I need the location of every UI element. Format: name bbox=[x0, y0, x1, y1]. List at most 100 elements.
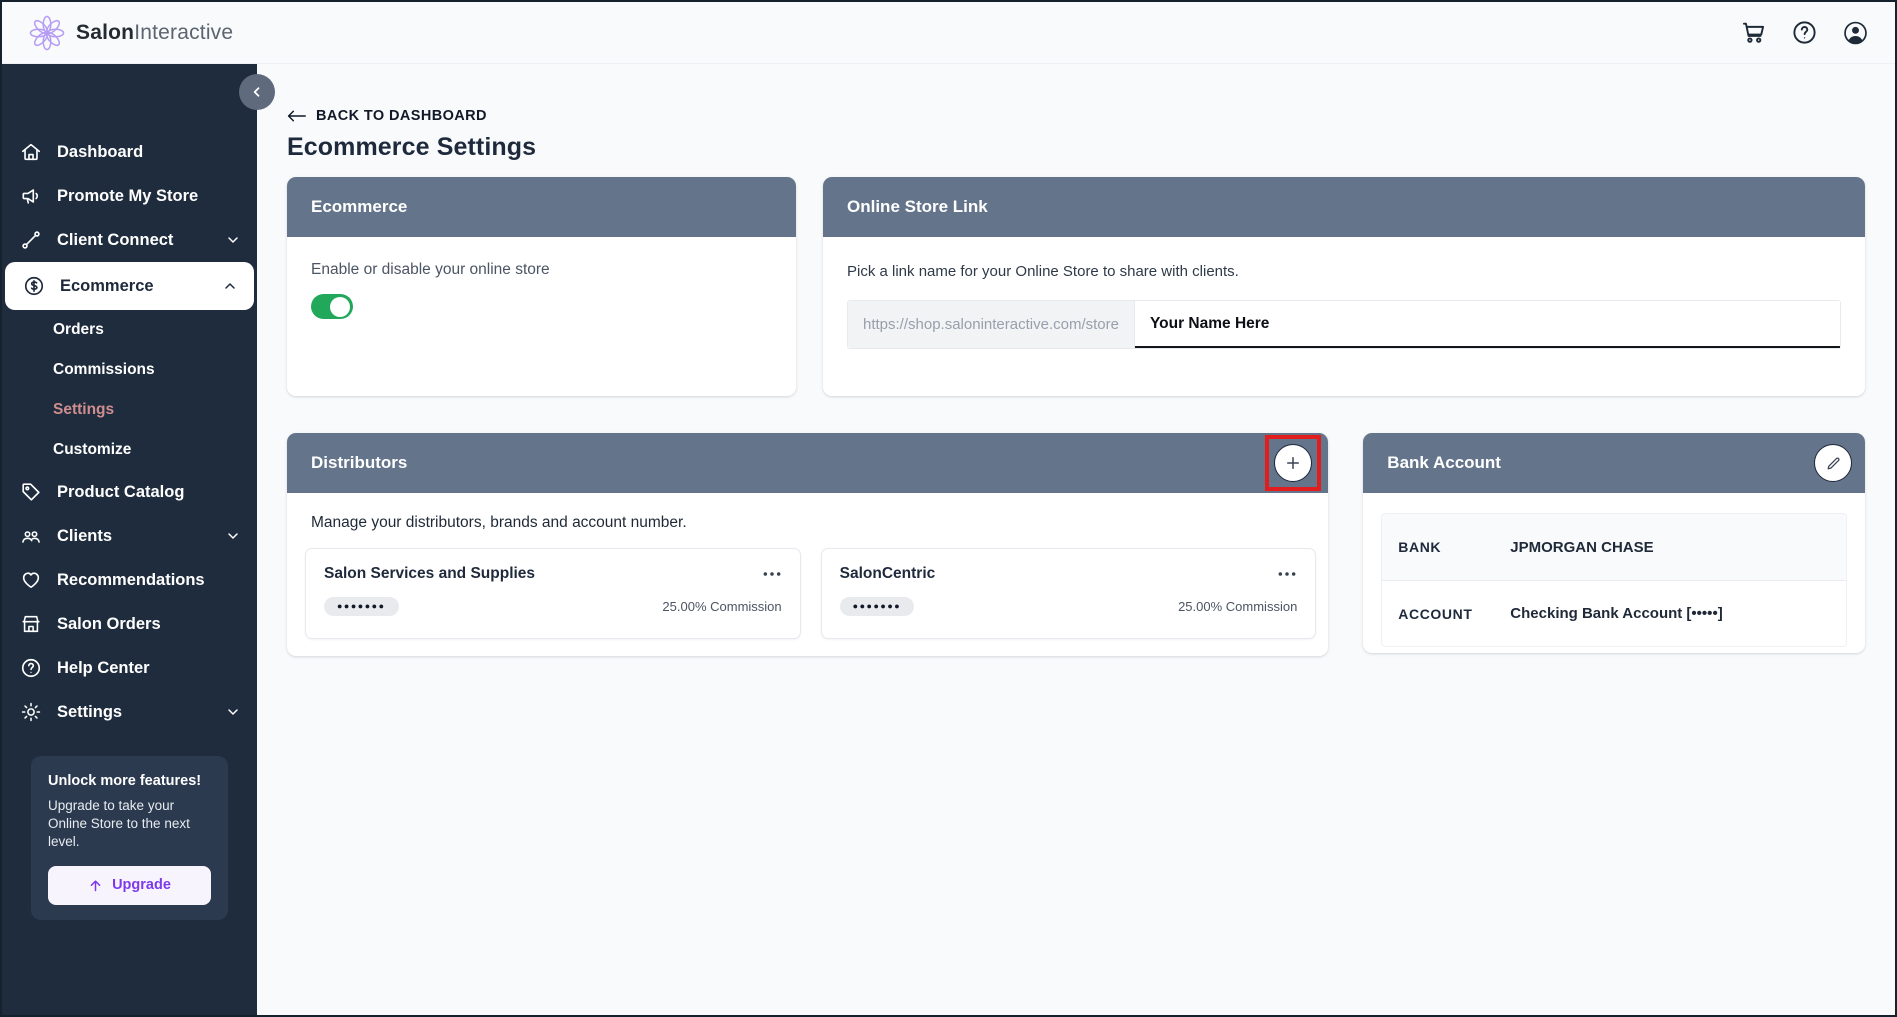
distributor-item: Salon Services and Supplies ●●●●●●● 25.0… bbox=[305, 548, 801, 639]
sidebar-item-salon-orders[interactable]: Salon Orders bbox=[2, 602, 257, 646]
sidebar-item-label: Promote My Store bbox=[57, 187, 198, 206]
dollar-icon bbox=[22, 275, 45, 298]
sidebar-item-label: Client Connect bbox=[57, 231, 173, 250]
commission-rate: 25.00% Commission bbox=[662, 599, 781, 614]
distributor-menu-button[interactable] bbox=[762, 571, 782, 577]
add-distributor-button[interactable] bbox=[1274, 444, 1312, 482]
sidebar-item-label: Ecommerce bbox=[60, 277, 154, 296]
bank-account-card: Bank Account BANK JPMORGAN CHASE ACCOUNT… bbox=[1363, 433, 1865, 653]
upgrade-title: Unlock more features! bbox=[48, 773, 211, 789]
sidebar-subitem-customize[interactable]: Customize bbox=[2, 430, 257, 470]
sidebar-item-label: Help Center bbox=[57, 659, 150, 678]
gear-icon bbox=[19, 701, 42, 724]
account-value: Checking Bank Account [•••••] bbox=[1510, 605, 1722, 622]
topbar: SalonInteractive bbox=[2, 2, 1895, 64]
account-label: ACCOUNT bbox=[1398, 606, 1510, 622]
sidebar-subitem-orders[interactable]: Orders bbox=[2, 310, 257, 350]
sidebar-nav: Dashboard Promote My Store Client Connec… bbox=[2, 64, 257, 734]
sidebar-item-dashboard[interactable]: Dashboard bbox=[2, 130, 257, 174]
chevron-up-icon bbox=[222, 278, 238, 294]
distributor-name: Salon Services and Supplies bbox=[324, 565, 535, 583]
cart-icon[interactable] bbox=[1740, 19, 1767, 46]
sidebar-item-settings[interactable]: Settings bbox=[2, 690, 257, 734]
sidebar-item-recommendations[interactable]: Recommendations bbox=[2, 558, 257, 602]
plus-icon bbox=[1284, 454, 1302, 472]
store-enabled-toggle[interactable] bbox=[311, 294, 353, 319]
bank-label: BANK bbox=[1398, 539, 1510, 555]
online-store-link-header: Online Store Link bbox=[823, 177, 1865, 237]
sidebar-subitem-label: Customize bbox=[53, 441, 131, 459]
settings-row-2: Distributors Manage your distributors, b… bbox=[287, 433, 1865, 656]
distributor-menu-button[interactable] bbox=[1277, 571, 1297, 577]
app-window: SalonInteractive bbox=[0, 0, 1897, 1017]
sidebar-subitem-label: Orders bbox=[53, 321, 104, 339]
back-to-dashboard-link[interactable]: BACK TO DASHBOARD bbox=[287, 108, 487, 124]
sidebar-subitem-commissions[interactable]: Commissions bbox=[2, 350, 257, 390]
chevron-down-icon bbox=[225, 232, 241, 248]
chevron-left-icon bbox=[250, 85, 264, 99]
megaphone-icon bbox=[19, 185, 42, 208]
sidebar-subitem-label: Commissions bbox=[53, 361, 155, 379]
sidebar-subitem-label: Settings bbox=[53, 401, 114, 419]
brand-logo[interactable]: SalonInteractive bbox=[28, 14, 233, 52]
heart-icon bbox=[19, 569, 42, 592]
sidebar-item-ecommerce[interactable]: Ecommerce bbox=[5, 262, 254, 310]
upgrade-button[interactable]: Upgrade bbox=[48, 866, 211, 905]
bank-details-table: BANK JPMORGAN CHASE ACCOUNT Checking Ban… bbox=[1381, 513, 1847, 647]
commission-rate: 25.00% Commission bbox=[1178, 599, 1297, 614]
sidebar-subitem-settings[interactable]: Settings bbox=[2, 390, 257, 430]
sidebar-item-label: Salon Orders bbox=[57, 615, 161, 634]
ecommerce-card: Ecommerce Enable or disable your online … bbox=[287, 177, 796, 396]
sidebar-item-label: Dashboard bbox=[57, 143, 143, 162]
edit-bank-account-button[interactable] bbox=[1814, 444, 1852, 482]
store-link-name-input[interactable] bbox=[1135, 301, 1840, 348]
masked-account-pill: ●●●●●●● bbox=[324, 597, 399, 616]
sidebar-item-label: Clients bbox=[57, 527, 112, 546]
bank-value: JPMORGAN CHASE bbox=[1510, 539, 1653, 556]
sidebar: Dashboard Promote My Store Client Connec… bbox=[2, 64, 257, 1015]
distributors-card: Distributors Manage your distributors, b… bbox=[287, 433, 1328, 656]
sidebar-item-promote-my-store[interactable]: Promote My Store bbox=[2, 174, 257, 218]
account-row: ACCOUNT Checking Bank Account [•••••] bbox=[1382, 580, 1846, 646]
online-store-link-body: Pick a link name for your Online Store t… bbox=[823, 237, 1865, 349]
sidebar-item-help-center[interactable]: Help Center bbox=[2, 646, 257, 690]
chevron-down-icon bbox=[225, 528, 241, 544]
flower-logo-icon bbox=[28, 14, 66, 52]
store-link-input-group: https://shop.saloninteractive.com/store bbox=[847, 300, 1841, 349]
chevron-down-icon bbox=[225, 704, 241, 720]
toggle-knob bbox=[330, 297, 350, 317]
upgrade-button-label: Upgrade bbox=[112, 877, 171, 893]
page-title: Ecommerce Settings bbox=[287, 133, 1865, 162]
help-circle-icon bbox=[19, 657, 42, 680]
brand-name: SalonInteractive bbox=[76, 21, 233, 45]
masked-account-pill: ●●●●●●● bbox=[840, 597, 915, 616]
distributors-header-label: Distributors bbox=[311, 453, 407, 473]
sidebar-item-client-connect[interactable]: Client Connect bbox=[2, 218, 257, 262]
connect-icon bbox=[19, 229, 42, 252]
store-toggle-label: Enable or disable your online store bbox=[287, 237, 796, 279]
store-url-prefix: https://shop.saloninteractive.com/store bbox=[848, 301, 1135, 348]
sidebar-item-clients[interactable]: Clients bbox=[2, 514, 257, 558]
account-avatar-icon[interactable] bbox=[1842, 19, 1869, 46]
help-icon[interactable] bbox=[1791, 19, 1818, 46]
online-store-link-card: Online Store Link Pick a link name for y… bbox=[823, 177, 1865, 396]
upgrade-promo-card: Unlock more features! Upgrade to take yo… bbox=[31, 756, 228, 920]
main-content: BACK TO DASHBOARD Ecommerce Settings Eco… bbox=[257, 64, 1895, 1015]
sidebar-item-product-catalog[interactable]: Product Catalog bbox=[2, 470, 257, 514]
ellipsis-icon bbox=[762, 571, 782, 577]
sidebar-collapse-button[interactable] bbox=[239, 74, 275, 110]
settings-row-1: Ecommerce Enable or disable your online … bbox=[287, 177, 1865, 396]
back-link-label: BACK TO DASHBOARD bbox=[316, 108, 487, 124]
sidebar-item-label: Product Catalog bbox=[57, 483, 184, 502]
ellipsis-icon bbox=[1277, 571, 1297, 577]
topbar-actions bbox=[1740, 19, 1869, 46]
bank-account-card-header: Bank Account bbox=[1363, 433, 1865, 493]
upgrade-description: Upgrade to take your Online Store to the… bbox=[48, 797, 211, 852]
arrow-left-icon bbox=[287, 109, 306, 123]
distributor-name: SalonCentric bbox=[840, 565, 936, 583]
bank-account-header-label: Bank Account bbox=[1387, 453, 1501, 473]
store-link-description: Pick a link name for your Online Store t… bbox=[823, 237, 1865, 280]
ecommerce-card-body: Enable or disable your online store bbox=[287, 237, 796, 324]
home-icon bbox=[19, 141, 42, 164]
arrow-up-icon bbox=[88, 878, 103, 893]
